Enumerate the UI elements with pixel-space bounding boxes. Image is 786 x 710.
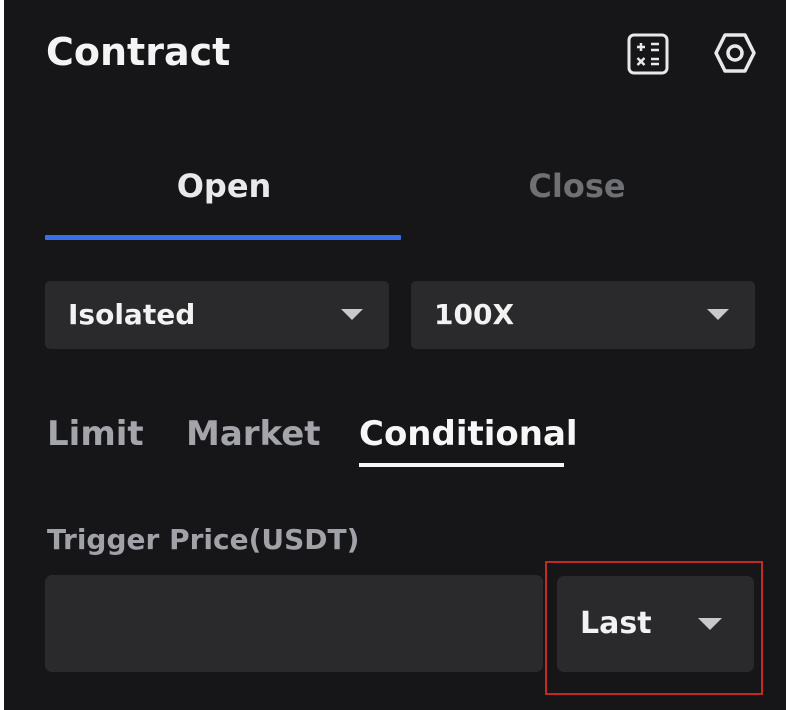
order-type-market[interactable]: Market: [186, 410, 321, 458]
chevron-down-icon: [707, 309, 729, 320]
contract-panel: Contract Open Close Isolated 100X Limit …: [4, 0, 786, 710]
margin-mode-value: Isolated: [68, 298, 196, 331]
page-title: Contract: [46, 30, 231, 74]
active-tab-indicator: [45, 235, 401, 240]
trigger-price-label: Trigger Price(USDT): [47, 523, 360, 556]
order-type-limit[interactable]: Limit: [47, 410, 144, 458]
order-type-conditional[interactable]: Conditional: [359, 410, 578, 458]
highlight-box: [545, 561, 763, 695]
trigger-price-input[interactable]: [45, 575, 543, 672]
calculator-icon[interactable]: [626, 32, 670, 76]
settings-icon[interactable]: [712, 30, 758, 76]
margin-mode-select[interactable]: Isolated: [45, 281, 389, 349]
tab-close[interactable]: Close: [402, 160, 752, 212]
leverage-select[interactable]: 100X: [411, 281, 755, 349]
leverage-value: 100X: [434, 298, 515, 331]
chevron-down-icon: [341, 309, 363, 320]
active-order-type-indicator: [359, 463, 564, 467]
tab-open[interactable]: Open: [46, 160, 402, 212]
